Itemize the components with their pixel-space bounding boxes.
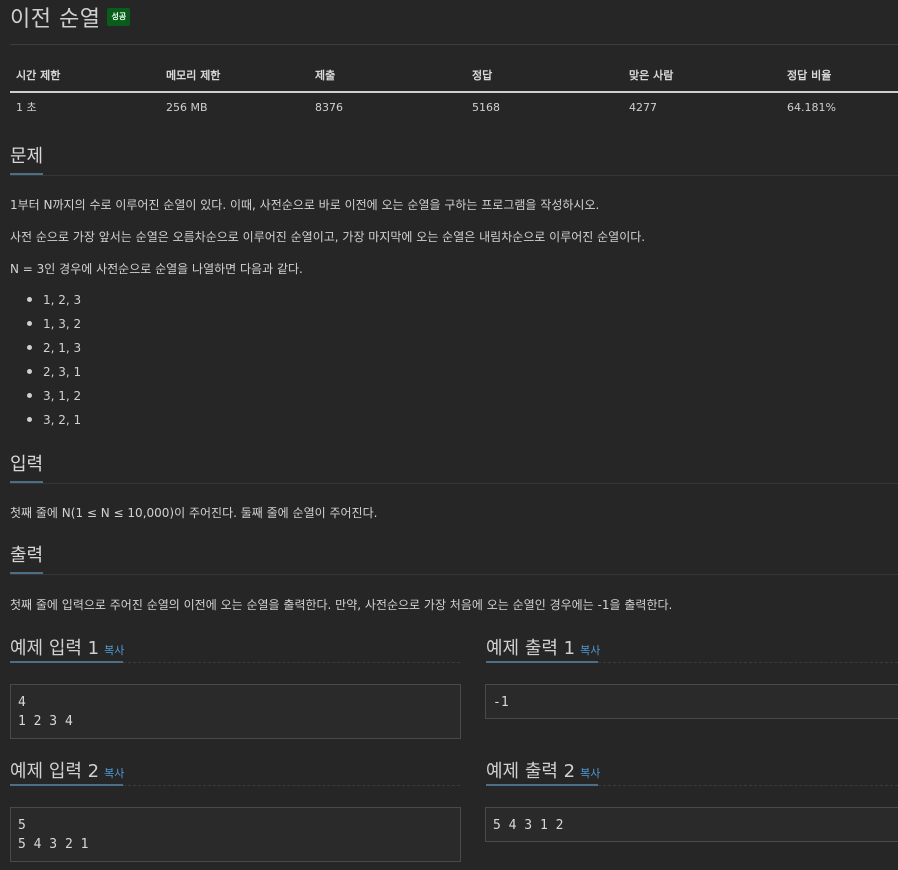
value-solvers[interactable]: 4277 (623, 92, 781, 121)
problem-paragraph-3: N = 3인 경우에 사전순으로 순열을 나열하면 다음과 같다. (10, 262, 303, 276)
title-row: 이전 순열 성공 (10, 0, 131, 34)
title-divider (10, 44, 898, 45)
example-output-2-header: 예제 출력 2 복사 (486, 757, 600, 783)
copy-button[interactable]: 복사 (104, 767, 124, 780)
example-output-1-underline (486, 661, 598, 663)
example-output-1-title: 예제 출력 1 (486, 638, 576, 659)
section-header-input: 입력 (10, 450, 898, 484)
table-row: 1 초 256 MB 8376 5168 4277 64.181% (10, 92, 898, 121)
output-paragraph: 첫째 줄에 입력으로 주어진 순열의 이전에 오는 순열을 출력한다. 만약, … (10, 598, 673, 612)
table-header-row: 시간 제한 메모리 제한 제출 정답 맞은 사람 정답 비율 (10, 60, 898, 93)
example-input-2-underline (10, 784, 123, 786)
status-badge: 성공 (107, 8, 131, 26)
list-item: 2, 3, 1 (25, 364, 81, 388)
list-item: 1, 2, 3 (25, 292, 81, 316)
header-memory-limit: 메모리 제한 (160, 60, 309, 93)
copy-button[interactable]: 복사 (580, 767, 600, 780)
example-output-2-underline (486, 784, 598, 786)
example-input-2-divider (123, 785, 460, 786)
section-header-output: 출력 (10, 541, 898, 575)
example-input-1-underline (10, 661, 123, 663)
example-output-2-box[interactable]: 5 4 3 1 2 (485, 807, 898, 842)
section-title-problem: 문제 (10, 142, 44, 175)
permutation-list: 1, 2, 3 1, 3, 2 2, 1, 3 2, 3, 1 3, 1, 2 … (25, 292, 81, 436)
value-ratio: 64.181% (787, 100, 836, 114)
problem-title: 이전 순열 (10, 7, 101, 32)
header-ratio: 정답 비율 (781, 60, 898, 93)
copy-button[interactable]: 복사 (104, 644, 124, 657)
example-input-1-header: 예제 입력 1 복사 (10, 634, 124, 660)
example-output-1-box[interactable]: -1 (485, 684, 898, 719)
header-time-limit: 시간 제한 (10, 60, 160, 93)
value-memory-limit: 256 MB (166, 100, 208, 114)
example-output-1-divider (598, 662, 898, 663)
list-item: 1, 3, 2 (25, 316, 81, 340)
section-title-output: 출력 (10, 541, 44, 574)
example-input-2-box[interactable]: 5 5 4 3 2 1 (10, 807, 461, 862)
list-item: 3, 1, 2 (25, 388, 81, 412)
copy-button[interactable]: 복사 (580, 644, 600, 657)
input-paragraph: 첫째 줄에 N(1 ≤ N ≤ 10,000)이 주어진다. 둘째 줄에 순열이… (10, 506, 378, 520)
section-title-input: 입력 (10, 450, 44, 483)
value-time-limit: 1 초 (16, 101, 37, 114)
example-input-1-title: 예제 입력 1 (10, 638, 100, 659)
problem-paragraph-1: 1부터 N까지의 수로 이루어진 순열이 있다. 이때, 사전순으로 바로 이전… (10, 198, 600, 212)
header-submissions: 제출 (309, 60, 466, 93)
example-input-2-title: 예제 입력 2 (10, 761, 100, 782)
example-output-1-header: 예제 출력 1 복사 (486, 634, 600, 660)
value-submissions[interactable]: 8376 (309, 92, 466, 121)
value-accepted[interactable]: 5168 (466, 92, 623, 121)
example-input-1-box[interactable]: 4 1 2 3 4 (10, 684, 461, 739)
example-output-2-divider (598, 785, 898, 786)
list-item: 3, 2, 1 (25, 412, 81, 436)
example-input-1-divider (123, 662, 460, 663)
problem-paragraph-2: 사전 순으로 가장 앞서는 순열은 오름차순으로 이루어진 순열이고, 가장 마… (10, 230, 646, 244)
problem-info-table: 시간 제한 메모리 제한 제출 정답 맞은 사람 정답 비율 1 초 256 M… (10, 60, 898, 121)
list-item: 2, 1, 3 (25, 340, 81, 364)
example-output-2-title: 예제 출력 2 (486, 761, 576, 782)
example-input-2-header: 예제 입력 2 복사 (10, 757, 124, 783)
header-solvers: 맞은 사람 (623, 60, 781, 93)
header-accepted: 정답 (466, 60, 623, 93)
section-header-problem: 문제 (10, 142, 898, 176)
